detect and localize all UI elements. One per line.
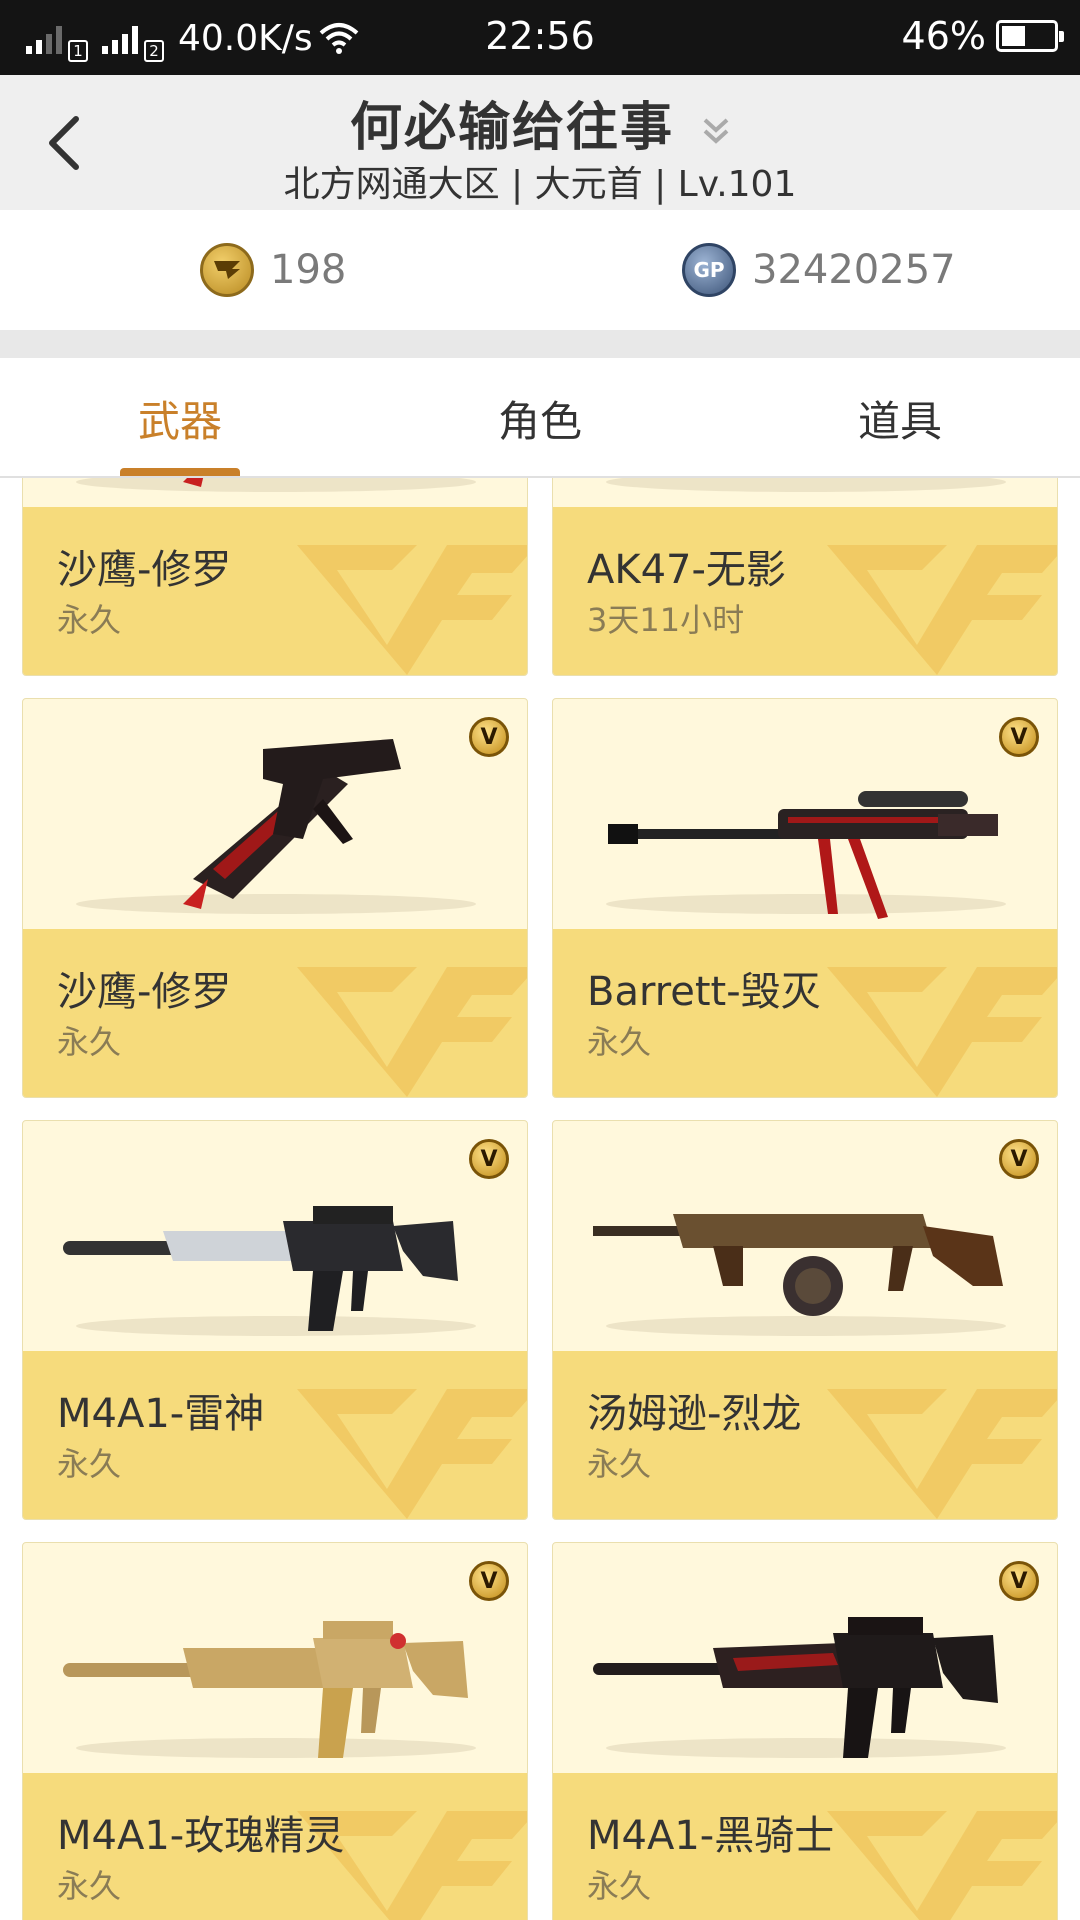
weapon-label: AK47-无影 3天11小时 [553, 507, 1057, 675]
weapon-card[interactable]: V M4A1-黑骑士永久 [552, 1542, 1058, 1920]
weapon-image [553, 478, 1057, 507]
vip-badge-icon: V [999, 1561, 1039, 1601]
weapon-label: 沙鹰-修罗永久 [23, 929, 527, 1097]
weapon-image [553, 1121, 1057, 1351]
header: 何必输给往事 北方网通大区 | 大元首 | Lv.101 [0, 75, 1080, 210]
weapon-duration: 永久 [587, 1023, 652, 1061]
weapon-name: AK47-无影 [587, 547, 786, 593]
weapon-name: 汤姆逊-烈龙 [587, 1391, 802, 1437]
weapon-duration: 永久 [57, 601, 122, 639]
player-subtitle: 北方网通大区 | 大元首 | Lv.101 [283, 164, 797, 205]
page-title[interactable]: 何必输给往事 [0, 85, 1080, 160]
weapon-card[interactable]: V Barrett-毁灭永久 [552, 698, 1058, 1098]
weapon-name: Barrett-毁灭 [587, 969, 821, 1015]
weapon-duration: 永久 [57, 1023, 122, 1061]
cf-coin-balance: 198 [200, 243, 346, 297]
category-tabs: 武器 角色 道具 [0, 358, 1080, 478]
cf-watermark-icon [297, 947, 527, 1097]
weapon-card[interactable]: V M4A1-雷神永久 [22, 1120, 528, 1520]
tab-weapons[interactable]: 武器 [0, 388, 360, 449]
weapon-card[interactable]: V M4A1-玫瑰精灵永久 [22, 1542, 528, 1920]
weapon-name: M4A1-雷神 [57, 1391, 265, 1437]
weapon-label: M4A1-黑骑士永久 [553, 1773, 1057, 1920]
player-name: 何必输给往事 [349, 98, 674, 158]
battery-icon [996, 20, 1064, 52]
weapon-label: 沙鹰-修罗永久 [23, 507, 527, 675]
weapon-image [553, 1543, 1057, 1773]
cf-watermark-icon [827, 947, 1057, 1097]
weapon-image [23, 1121, 527, 1351]
weapon-name: 沙鹰-修罗 [57, 547, 232, 593]
weapon-image [23, 1543, 527, 1773]
cf-watermark-icon [297, 1369, 527, 1519]
cf-watermark-icon [827, 1791, 1057, 1920]
battery-fill [1002, 26, 1025, 46]
section-divider [0, 330, 1080, 358]
cf-coin-icon [200, 243, 254, 297]
gp-amount: 32420257 [752, 247, 956, 293]
cf-watermark-icon [827, 525, 1057, 675]
weapon-duration: 永久 [587, 1445, 652, 1483]
cf-coin-amount: 198 [270, 247, 347, 293]
weapon-name: M4A1-黑骑士 [587, 1813, 835, 1859]
weapon-label: 汤姆逊-烈龙永久 [553, 1351, 1057, 1519]
weapon-name: 沙鹰-修罗 [57, 969, 232, 1015]
vip-badge-icon: V [469, 1139, 509, 1179]
status-bar: 1 2 40.0K/s 22:56 46% [0, 0, 1080, 75]
weapon-image [23, 478, 527, 507]
weapon-image [23, 699, 527, 929]
battery-percent: 46% [901, 14, 986, 58]
cf-watermark-icon [297, 525, 527, 675]
vip-badge-icon: V [999, 1139, 1039, 1179]
weapon-grid: 沙鹰-修罗 永久 AK47-无影 3天11小时 V 沙鹰-修罗 永久 V Barrett-毁灭永… [0, 478, 1080, 1920]
currency-bar: 198 GP 32420257 [0, 210, 1080, 330]
tab-characters[interactable]: 角色 [360, 388, 720, 449]
vip-badge-icon: V [469, 717, 509, 757]
weapon-card[interactable]: V 沙鹰-修罗永久 [22, 698, 528, 1098]
weapon-duration: 3天11小时 [587, 601, 745, 639]
weapon-label: M4A1-雷神永久 [23, 1351, 527, 1519]
weapon-name: M4A1-玫瑰精灵 [57, 1813, 345, 1859]
weapon-image [553, 699, 1057, 929]
weapon-duration: 永久 [587, 1867, 652, 1905]
weapon-card[interactable]: AK47-无影 3天11小时 [552, 478, 1058, 676]
weapon-label: M4A1-玫瑰精灵永久 [23, 1773, 527, 1920]
weapon-card[interactable]: V 汤姆逊-烈龙永久 [552, 1120, 1058, 1520]
weapon-label: Barrett-毁灭永久 [553, 929, 1057, 1097]
vip-badge-icon: V [469, 1561, 509, 1601]
tab-items[interactable]: 道具 [720, 388, 1080, 449]
weapon-duration: 永久 [57, 1867, 122, 1905]
weapon-card[interactable]: 沙鹰-修罗永久 [22, 478, 528, 676]
vip-badge-icon: V [999, 717, 1039, 757]
active-tab-indicator [120, 468, 240, 476]
cf-watermark-icon [827, 1369, 1057, 1519]
gp-coin-icon: GP [682, 243, 736, 297]
gp-balance: GP 32420257 [682, 243, 956, 297]
weapon-duration: 永久 [57, 1445, 122, 1483]
chevron-down-icon[interactable] [702, 116, 730, 146]
